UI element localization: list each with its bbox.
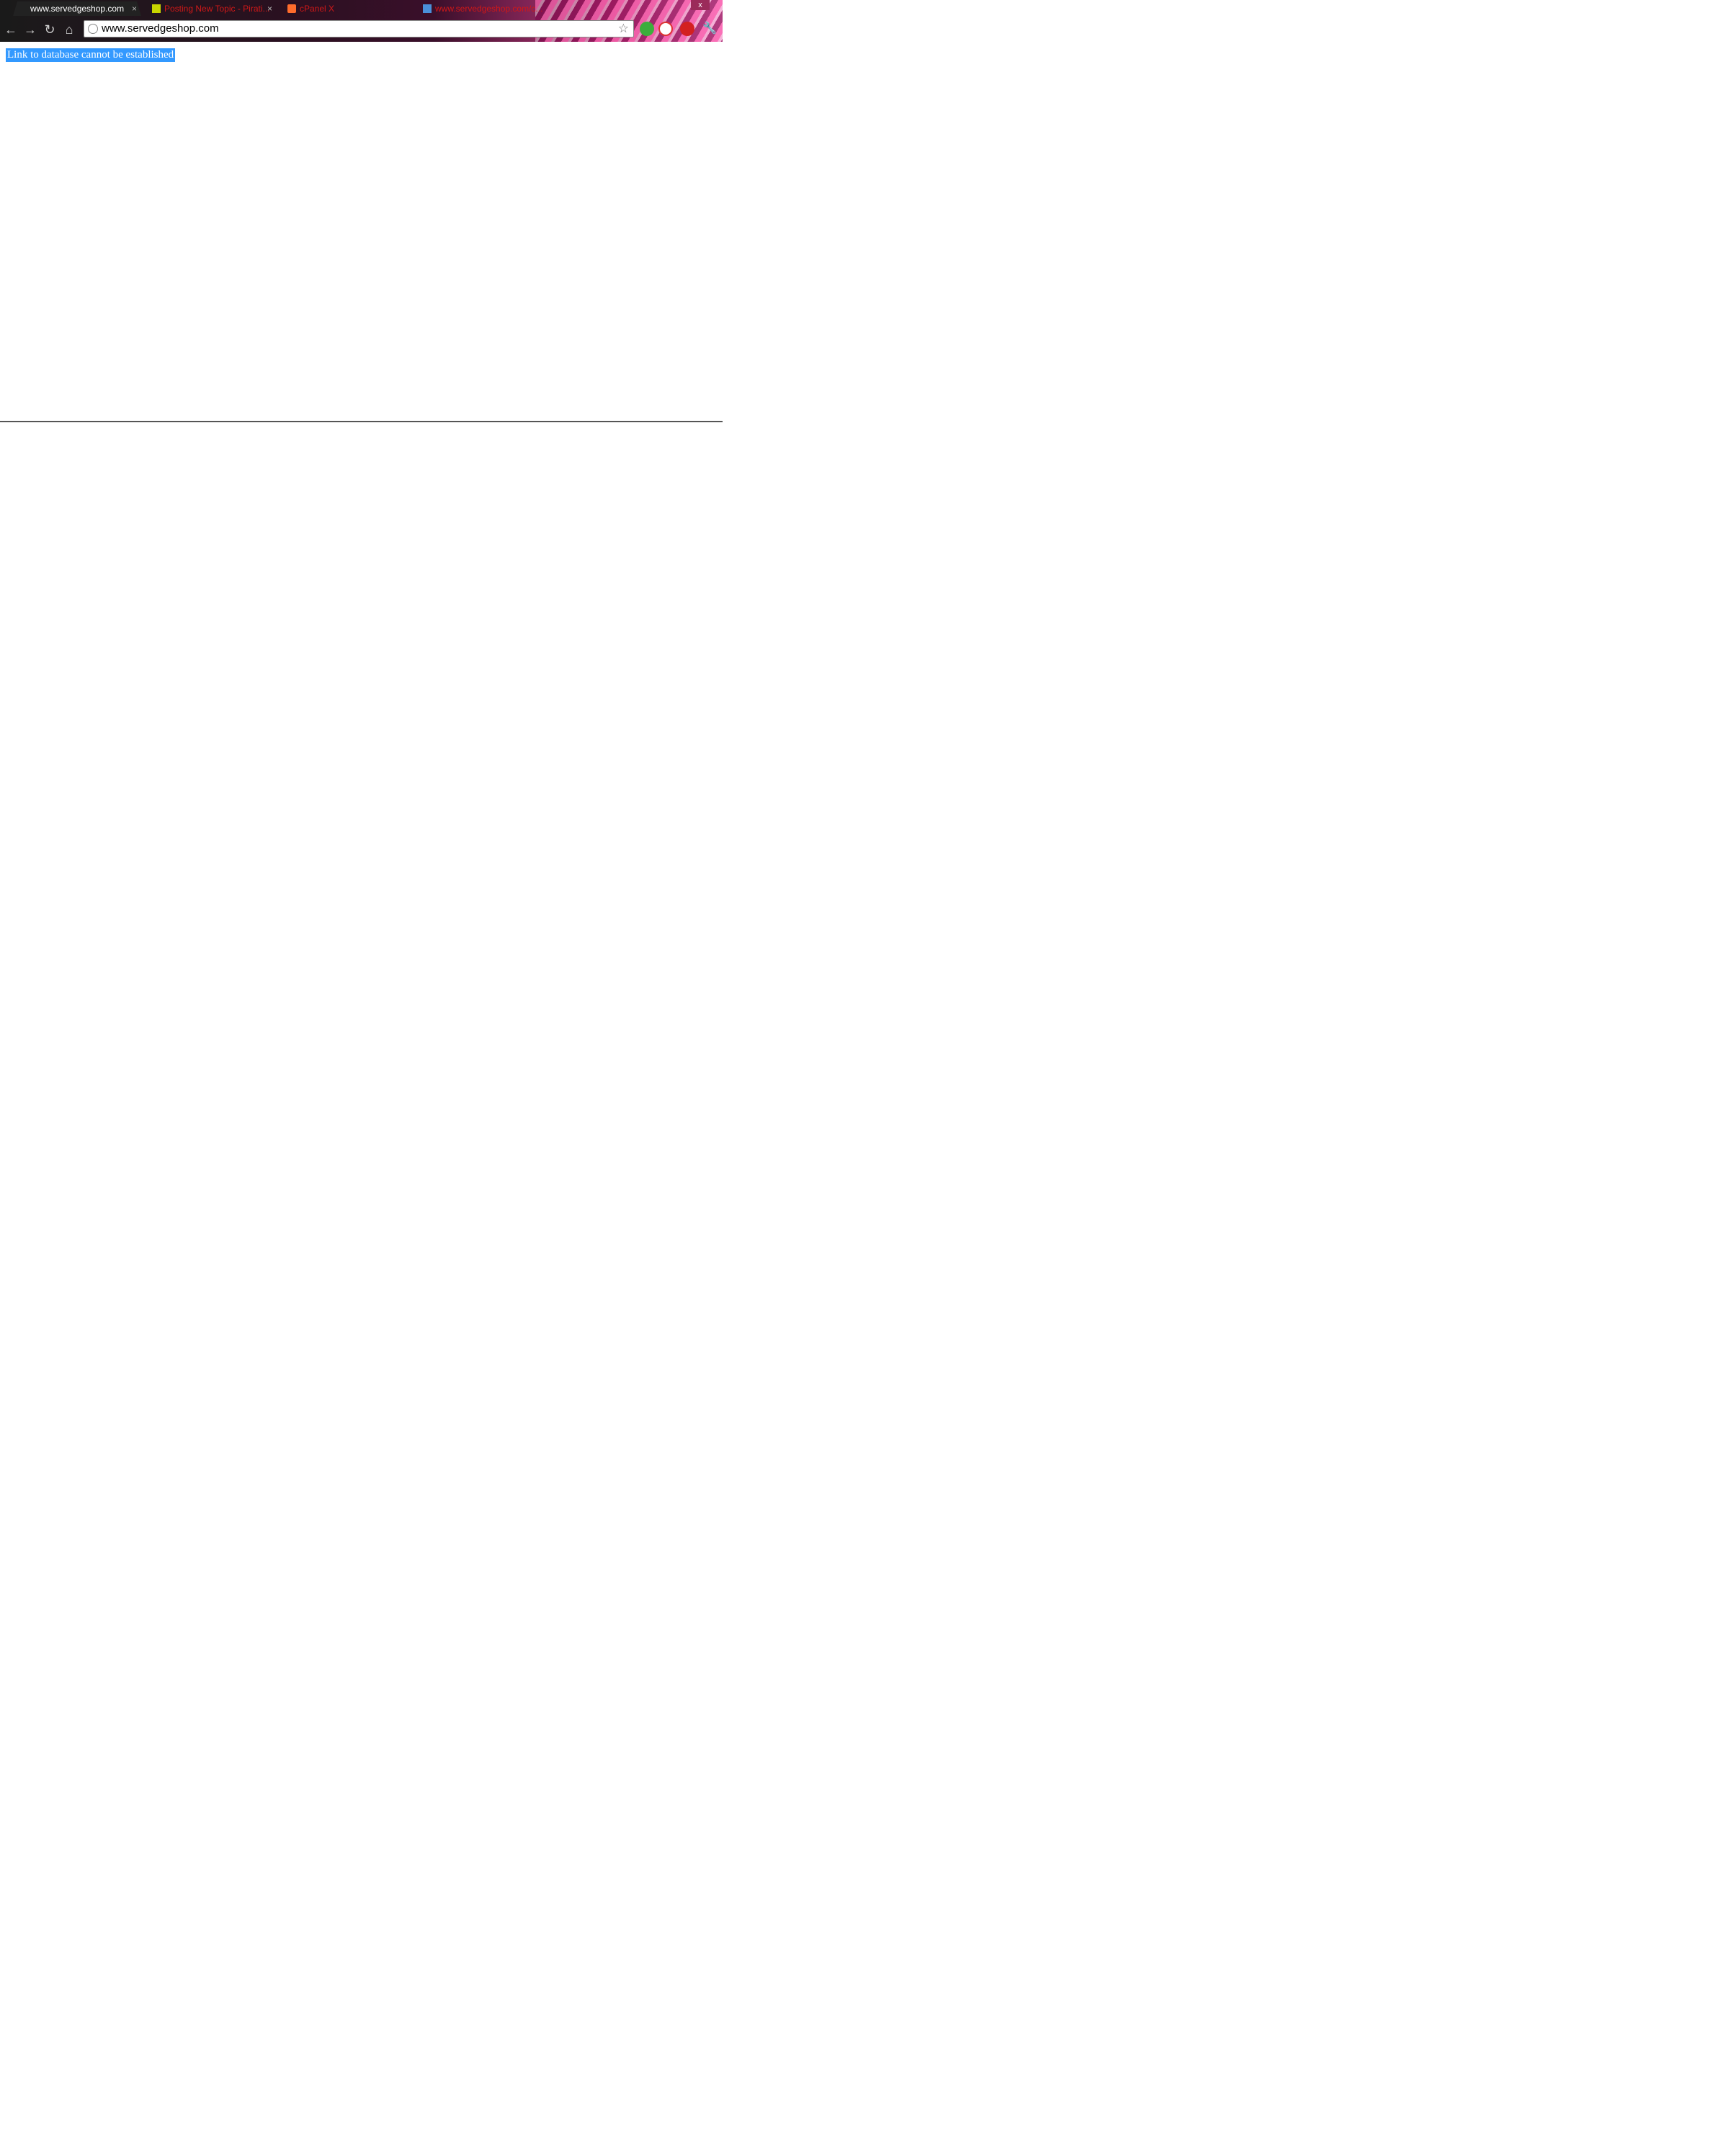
tab-servedgeshop[interactable]: www.servedgeshop.com × [13, 1, 141, 16]
browser-chrome: www.servedgeshop.com × Posting New Topic… [0, 0, 723, 42]
forum-icon [152, 4, 161, 13]
tab-title: www.servedgeshop.com/c... [435, 4, 543, 14]
extension-icon[interactable] [640, 22, 654, 36]
page-info-icon[interactable] [88, 24, 98, 34]
adblock-icon[interactable] [680, 22, 694, 36]
wrench-icon[interactable]: 🔧 [702, 22, 717, 36]
window-close-button[interactable]: x [691, 0, 710, 10]
address-bar[interactable]: www.servedgeshop.com ☆ [84, 20, 634, 37]
back-icon[interactable]: ← [3, 22, 19, 37]
home-icon[interactable]: ⌂ [61, 22, 77, 37]
tab-servedgeshop-c[interactable]: www.servedgeshop.com/c... [418, 1, 555, 16]
tab-close-icon[interactable]: × [267, 1, 272, 16]
tab-close-icon[interactable]: × [132, 1, 137, 16]
address-bar-url[interactable]: www.servedgeshop.com [102, 21, 219, 37]
database-error-message: Link to database cannot be established [6, 48, 176, 62]
tab-posting-new-topic[interactable]: Posting New Topic - Pirati... × [147, 1, 277, 16]
reload-icon[interactable]: ↻ [42, 22, 58, 37]
page-divider [0, 421, 723, 422]
tab-title: cPanel X [300, 4, 335, 14]
tab-strip: www.servedgeshop.com × Posting New Topic… [13, 0, 723, 16]
page-icon [423, 4, 432, 13]
page-icon [18, 4, 27, 13]
tab-title: Posting New Topic - Pirati... [164, 4, 270, 14]
tab-cpanel[interactable]: cPanel X [282, 1, 412, 16]
star-icon[interactable]: ☆ [618, 21, 629, 37]
forward-icon[interactable]: → [22, 22, 38, 37]
browser-toolbar: ← → ↻ ⌂ www.servedgeshop.com ☆ 🔧 [0, 17, 723, 42]
extension-icon[interactable] [658, 22, 673, 36]
tab-title: www.servedgeshop.com [30, 4, 125, 14]
cpanel-icon [287, 4, 296, 13]
